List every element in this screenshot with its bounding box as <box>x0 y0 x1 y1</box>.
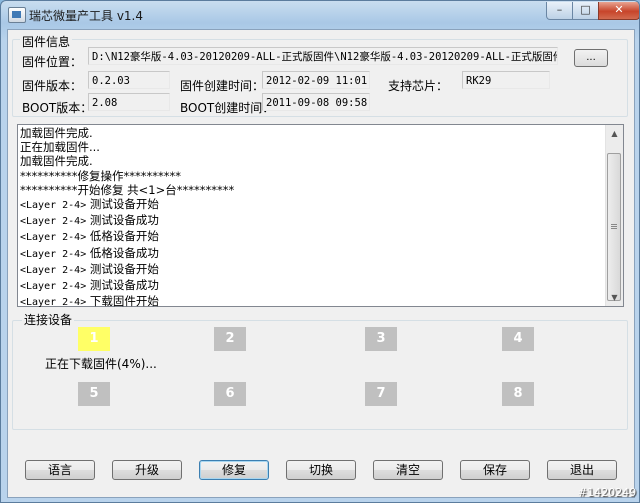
device-slot-5[interactable]: 5 <box>78 382 110 406</box>
log-scrollbar[interactable]: ▲ ▼ <box>605 125 623 306</box>
language-button[interactable]: 语言 <box>25 460 95 480</box>
app-window: 瑞芯微量产工具 v1.4 – □ ✕ 固件信息 固件位置： D:\N12豪华版-… <box>0 0 640 503</box>
log-line-text: 加载固件完成. <box>20 126 93 140</box>
firmware-version-label: 固件版本： <box>22 79 83 93</box>
upgrade-button[interactable]: 升级 <box>112 460 182 480</box>
log-line-text: 低格设备开始 <box>86 229 159 244</box>
log-line: 正在加载固件... <box>20 140 604 154</box>
window-title: 瑞芯微量产工具 v1.4 <box>29 9 144 23</box>
client-area: 固件信息 固件位置： D:\N12豪华版-4.03-20120209-ALL-正… <box>7 29 635 498</box>
firmware-version-field[interactable]: 0.2.03 <box>88 71 170 89</box>
scroll-thumb[interactable] <box>607 153 621 301</box>
log-line: <Layer 2-4> 测试设备开始 <box>20 197 604 213</box>
boot-create-time-label: BOOT创建时间： <box>180 101 275 115</box>
log-line-prefix: <Layer 2-4> <box>20 200 87 212</box>
boot-create-time-field[interactable]: 2011-09-08 09:58:54 <box>262 93 370 111</box>
clear-button[interactable]: 清空 <box>373 460 443 480</box>
log-line: <Layer 2-4> 测试设备成功 <box>20 213 604 229</box>
connected-devices-label: 连接设备 <box>22 311 75 328</box>
maximize-button[interactable]: □ <box>572 2 599 20</box>
exit-button[interactable]: 退出 <box>547 460 617 480</box>
firmware-create-time-label: 固件创建时间： <box>180 79 265 93</box>
supported-chip-field[interactable]: RK29 <box>462 71 550 89</box>
firmware-path-label: 固件位置： <box>22 55 83 69</box>
log-line: <Layer 2-4> 测试设备成功 <box>20 278 604 294</box>
device-slot-8[interactable]: 8 <box>502 382 534 406</box>
log-line: <Layer 2-4> 低格设备开始 <box>20 229 604 245</box>
close-button[interactable]: ✕ <box>598 2 639 20</box>
log-line-text: 测试设备成功 <box>86 213 159 228</box>
log-line-text: 正在加载固件... <box>20 140 100 155</box>
device-slot-1[interactable]: 1 <box>78 327 110 351</box>
log-textbox[interactable]: 加载固件完成. 正在加载固件... 加载固件完成. **********修复操作***… <box>17 124 624 310</box>
log-line-prefix: <Layer 2-4> <box>20 297 87 309</box>
minimize-button[interactable]: – <box>546 2 573 20</box>
firmware-path-field[interactable]: D:\N12豪华版-4.03-20120209-ALL-正式版固件\N12豪华版… <box>88 47 558 65</box>
log-line: **********开始修复 共<1>台********** <box>20 183 604 197</box>
repair-button[interactable]: 修复 <box>199 460 269 480</box>
switch-button[interactable]: 切换 <box>286 460 356 480</box>
log-line-text: 下载固件开始 <box>86 294 159 309</box>
log-line: **********修复操作********** <box>20 169 604 183</box>
log-line: 加载固件完成. <box>20 154 604 168</box>
device-slot-3[interactable]: 3 <box>365 327 397 351</box>
firmware-info-label: 固件信息 <box>20 33 73 50</box>
device-slot-2[interactable]: 2 <box>214 327 246 351</box>
log-line-prefix: <Layer 2-4> <box>20 216 87 228</box>
browse-button[interactable]: ... <box>574 49 608 67</box>
log-line: <Layer 2-4> 下载固件开始 <box>20 294 604 310</box>
device-slot-7[interactable]: 7 <box>365 382 397 406</box>
device-1-status: 正在下载固件(4%)... <box>45 357 157 371</box>
scroll-up-icon[interactable]: ▲ <box>606 125 623 142</box>
log-line-text: 测试设备成功 <box>86 278 159 293</box>
log-line-text: **********开始修复 共<1>台********** <box>20 182 235 197</box>
log-line-text: 低格设备成功 <box>86 245 159 260</box>
boot-version-label: BOOT版本： <box>22 101 93 115</box>
log-line-prefix: <Layer 2-4> <box>20 232 87 244</box>
log-line-text: 测试设备开始 <box>86 197 159 212</box>
log-line-text: 加载固件完成. <box>20 154 93 169</box>
log-line-text: 测试设备开始 <box>86 261 159 276</box>
log-line-text: **********修复操作********** <box>20 168 181 183</box>
log-line-prefix: <Layer 2-4> <box>20 248 87 260</box>
scroll-down-icon[interactable]: ▼ <box>606 289 623 306</box>
log-line-prefix: <Layer 2-4> <box>20 264 87 276</box>
log-line: <Layer 2-4> 低格设备成功 <box>20 246 604 262</box>
device-slot-4[interactable]: 4 <box>502 327 534 351</box>
app-icon <box>8 7 26 23</box>
log-line-prefix: <Layer 2-4> <box>20 281 87 293</box>
log-line: 加载固件完成. <box>20 126 604 140</box>
watermark: #1420249 <box>578 486 637 499</box>
boot-version-field[interactable]: 2.08 <box>88 93 170 111</box>
log-line: <Layer 2-4> 测试设备开始 <box>20 262 604 278</box>
firmware-create-time-field[interactable]: 2012-02-09 11:01:29 <box>262 71 370 89</box>
log-lines: 加载固件完成. 正在加载固件... 加载固件完成. **********修复操作***… <box>20 126 604 310</box>
save-button[interactable]: 保存 <box>460 460 530 480</box>
supported-chip-label: 支持芯片： <box>388 79 449 93</box>
device-slot-6[interactable]: 6 <box>214 382 246 406</box>
title-bar[interactable]: 瑞芯微量产工具 v1.4 – □ ✕ <box>1 1 639 29</box>
